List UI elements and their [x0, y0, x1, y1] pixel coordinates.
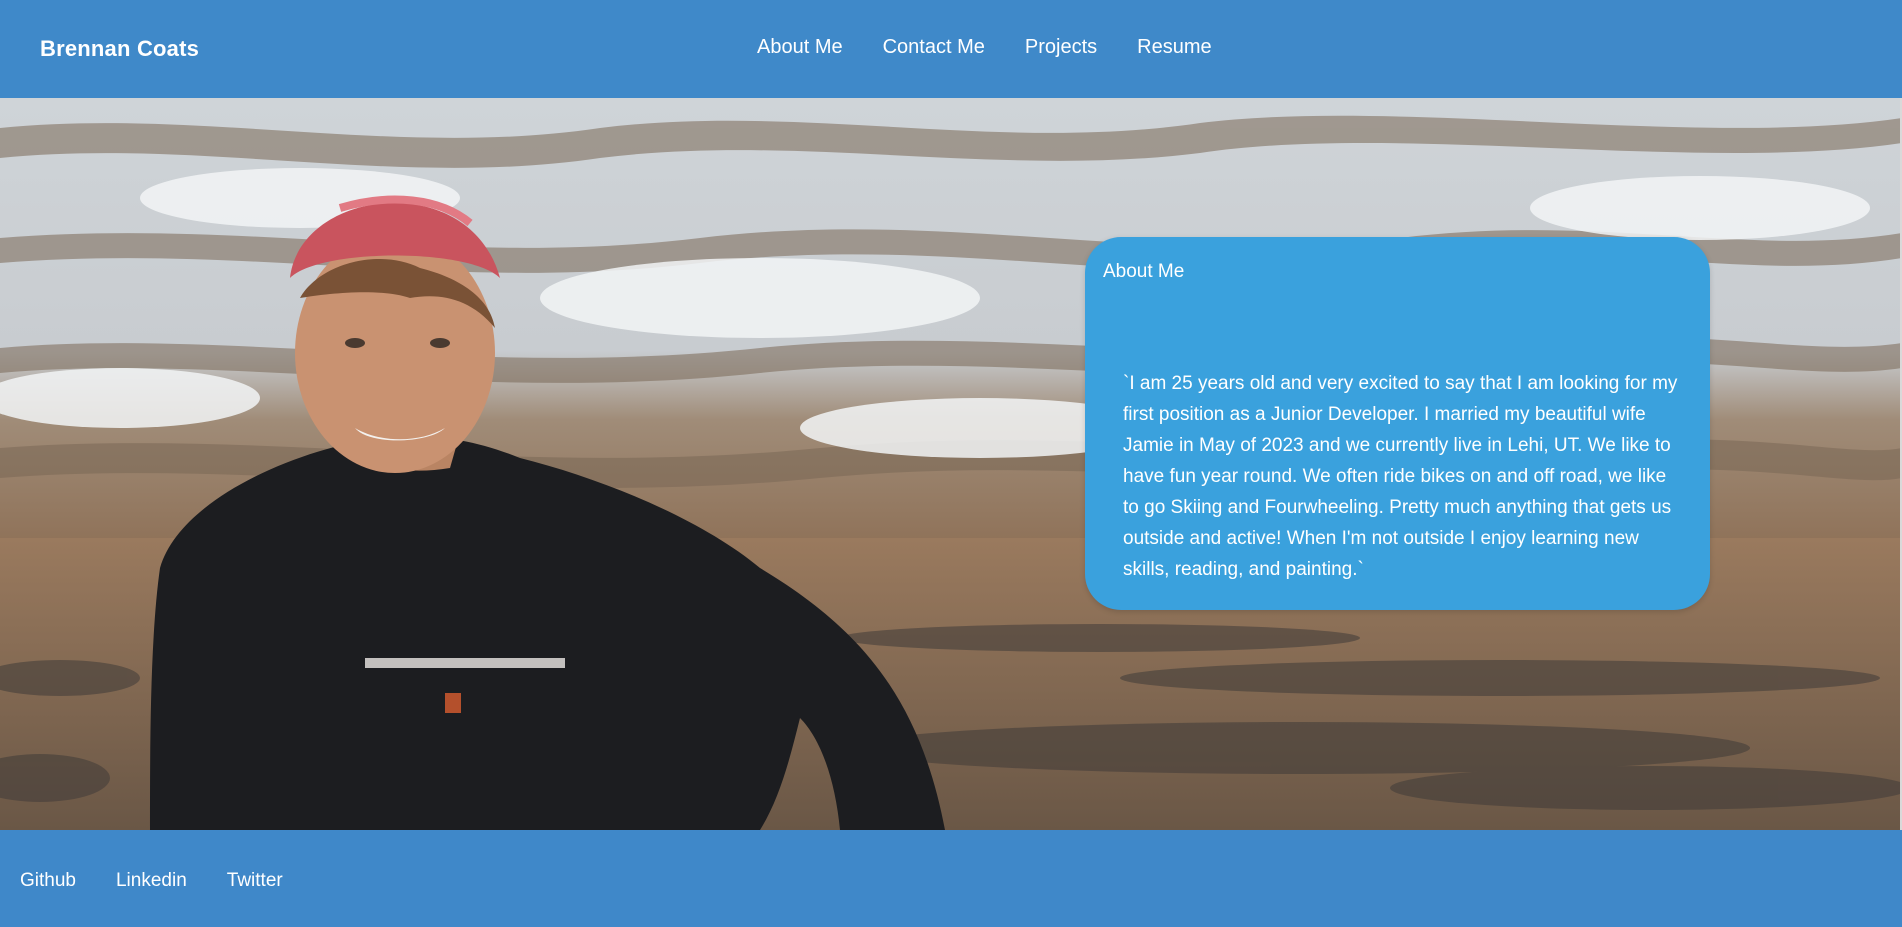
site-header: Brennan Coats About Me Contact Me Projec… [0, 0, 1902, 98]
nav-contact-me[interactable]: Contact Me [883, 36, 985, 59]
footer-link-github[interactable]: Github [20, 870, 76, 892]
site-brand[interactable]: Brennan Coats [40, 36, 199, 62]
page: Brennan Coats About Me Contact Me Projec… [0, 0, 1902, 927]
nav-resume[interactable]: Resume [1137, 36, 1211, 59]
social-links: Github Linkedin Twitter [20, 870, 283, 892]
nav-projects[interactable]: Projects [1025, 36, 1097, 59]
footer-link-twitter[interactable]: Twitter [227, 870, 283, 892]
main-nav: About Me Contact Me Projects Resume [757, 36, 1212, 59]
about-me-card: About Me `I am 25 years old and very exc… [1085, 237, 1710, 610]
about-me-title: About Me [1103, 261, 1185, 282]
site-footer: Github Linkedin Twitter [0, 830, 1902, 927]
footer-link-linkedin[interactable]: Linkedin [116, 870, 187, 892]
hero-section: About Me `I am 25 years old and very exc… [0, 98, 1902, 830]
nav-about-me[interactable]: About Me [757, 36, 843, 59]
about-me-text: `I am 25 years old and very excited to s… [1123, 373, 1678, 580]
